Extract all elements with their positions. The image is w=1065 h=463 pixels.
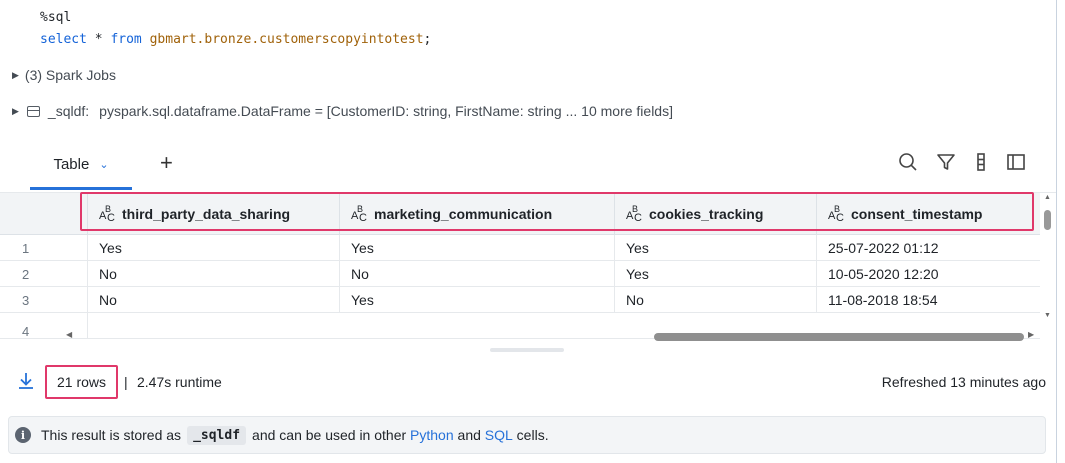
dataframe-schema-toggle[interactable]: ▶ _sqldf: pyspark.sql.dataframe.DataFram… bbox=[12, 103, 673, 119]
table-cell[interactable]: Yes bbox=[340, 287, 615, 313]
table-cell[interactable]: 10-05-2020 12:20 bbox=[817, 261, 1040, 287]
table-icon bbox=[26, 105, 40, 117]
scroll-right-icon[interactable]: ▶ bbox=[1028, 330, 1034, 339]
spark-jobs-label: (3) Spark Jobs bbox=[24, 67, 116, 83]
table-row[interactable]: 2 No No Yes 10-05-2020 12:20 bbox=[0, 261, 1040, 287]
column-visibility-icon[interactable] bbox=[974, 152, 988, 172]
dataframe-type: pyspark.sql.dataframe.DataFrame = [Custo… bbox=[99, 103, 673, 119]
expand-triangle-icon: ▶ bbox=[12, 105, 19, 116]
resize-handle[interactable] bbox=[490, 348, 564, 352]
table-row[interactable]: 1 Yes Yes Yes 25-07-2022 01:12 bbox=[0, 235, 1040, 261]
refreshed-text: Refreshed 13 minutes ago bbox=[881, 374, 1046, 390]
columns-highlight-box bbox=[80, 192, 1034, 231]
info-banner: i This result is stored as _sqldf and ca… bbox=[8, 416, 1046, 454]
table-row[interactable]: 3 No Yes No 11-08-2018 18:54 bbox=[0, 287, 1040, 313]
cell-right-border bbox=[1056, 0, 1057, 463]
table-cell[interactable]: No bbox=[88, 287, 340, 313]
result-tabs-bar: Table ⌄ + bbox=[0, 138, 1056, 190]
sidebar-panel-icon[interactable] bbox=[1006, 152, 1026, 172]
tab-table[interactable]: Table ⌄ bbox=[30, 138, 132, 190]
table-toolbar bbox=[898, 152, 1026, 172]
scroll-down-icon[interactable]: ▼ bbox=[1044, 312, 1051, 319]
active-tab-indicator bbox=[30, 187, 132, 190]
vertical-scrollbar[interactable]: ▲ ▼ bbox=[1040, 192, 1056, 330]
result-footer: 21 rows | 2.47s runtime Refreshed 13 min… bbox=[0, 365, 1056, 401]
footer-separator: | bbox=[124, 374, 128, 390]
table-cell[interactable]: No bbox=[88, 261, 340, 287]
spark-jobs-toggle[interactable]: ▶ (3) Spark Jobs bbox=[12, 67, 116, 83]
table-cell[interactable]: 25-07-2022 01:12 bbox=[817, 235, 1040, 261]
filter-icon[interactable] bbox=[936, 152, 956, 172]
table-cell[interactable]: Yes bbox=[615, 235, 817, 261]
vertical-scroll-thumb[interactable] bbox=[1044, 210, 1051, 230]
python-link[interactable]: Python bbox=[410, 427, 454, 443]
table-cell[interactable]: Yes bbox=[340, 235, 615, 261]
table-cell[interactable]: No bbox=[340, 261, 615, 287]
table-cell[interactable]: Yes bbox=[88, 235, 340, 261]
code-line-1: %sql bbox=[40, 10, 72, 25]
horizontal-scrollbar[interactable]: ◀ ▶ bbox=[0, 330, 1040, 344]
sql-link[interactable]: SQL bbox=[485, 427, 513, 443]
scroll-up-icon[interactable]: ▲ bbox=[1044, 194, 1051, 201]
row-index: 2 bbox=[0, 261, 88, 287]
horizontal-scroll-thumb[interactable] bbox=[654, 333, 1024, 341]
row-index-header bbox=[0, 193, 88, 235]
expand-triangle-icon: ▶ bbox=[12, 69, 19, 80]
add-visualization-button[interactable]: + bbox=[160, 150, 173, 176]
scroll-left-icon[interactable]: ◀ bbox=[66, 330, 72, 339]
table-cell[interactable]: Yes bbox=[615, 261, 817, 287]
row-index: 1 bbox=[0, 235, 88, 261]
download-icon[interactable] bbox=[17, 371, 35, 394]
sql-code-block[interactable]: %sql select * from gbmart.bronze.custome… bbox=[40, 7, 431, 51]
dataframe-name: _sqldf: bbox=[47, 103, 90, 119]
code-line-2: select * from gbmart.bronze.customerscop… bbox=[40, 32, 432, 47]
table-cell[interactable]: 11-08-2018 18:54 bbox=[817, 287, 1040, 313]
row-index: 3 bbox=[0, 287, 88, 313]
chevron-down-icon[interactable]: ⌄ bbox=[99, 158, 108, 171]
runtime-text: 2.47s runtime bbox=[137, 374, 222, 390]
info-icon: i bbox=[15, 427, 31, 443]
sqldf-variable: _sqldf bbox=[187, 425, 247, 445]
tab-table-label: Table bbox=[53, 155, 90, 173]
table-cell[interactable]: No bbox=[615, 287, 817, 313]
search-icon[interactable] bbox=[898, 152, 918, 172]
row-count-highlight-box bbox=[45, 365, 118, 399]
